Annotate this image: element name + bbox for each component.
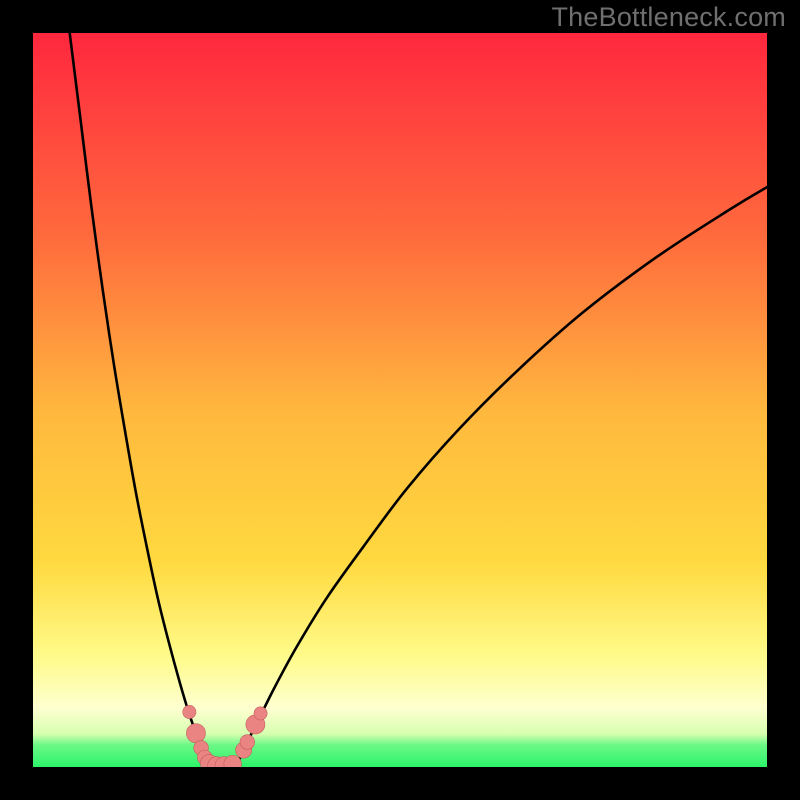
chart-marker [240,735,255,750]
chart-background-gradient [33,33,767,767]
outer-frame: TheBottleneck.com [0,0,800,800]
chart-plot-area [33,33,767,767]
watermark-text: TheBottleneck.com [551,2,786,33]
chart-marker [254,707,267,720]
chart-marker [183,705,196,718]
chart-svg [33,33,767,767]
chart-marker [186,724,205,743]
